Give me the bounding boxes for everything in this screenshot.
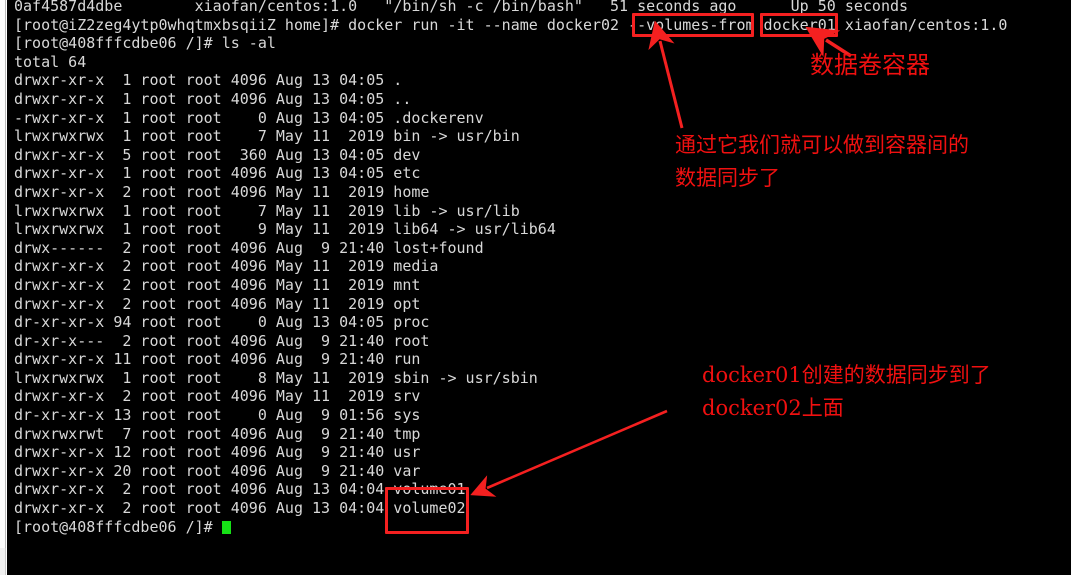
terminal-line: drwxr-xr-x 2 root root 4096 May 11 2019 … [14, 294, 421, 313]
terminal-line: drwxr-xr-x 2 root root 4096 Aug 13 04:04… [14, 480, 466, 499]
terminal-line: [root@iZ2zeg4ytp0whqtmxbsqiiZ home]# doc… [14, 15, 1008, 34]
cursor-block [221, 520, 231, 534]
screenshot-root: 0af4587d4dbe xiaofan/centos:1.0 "/bin/sh… [0, 0, 1071, 575]
terminal-line: dr-xr-x--- 2 root root 4096 Aug 9 21:40 … [14, 331, 430, 350]
highlight-box-volumes-from [632, 13, 754, 37]
terminal-window[interactable]: 0af4587d4dbe xiaofan/centos:1.0 "/bin/sh… [7, 0, 1071, 575]
highlight-box-docker01 [760, 13, 838, 37]
window-left-gutter [0, 0, 6, 575]
note-sync-explanation-line2: 数据同步了 [675, 166, 780, 190]
note-sync-explanation-line1: 通过它我们就可以做到容器间的 [675, 133, 969, 157]
terminal-line: lrwxrwxrwx 1 root root 9 May 11 2019 lib… [14, 220, 556, 239]
note-data-volume-container: 数据卷容器 [810, 51, 930, 79]
terminal-line: drwxr-xr-x 20 root root 4096 Aug 9 21:40… [14, 461, 421, 480]
terminal-line: -rwxr-xr-x 1 root root 0 Aug 13 04:05 .d… [14, 108, 484, 127]
note-synced-line2: docker02上面 [702, 396, 844, 420]
terminal-prompt-line: [root@408fffcdbe06 /]# [14, 518, 1007, 537]
scrollbar-track[interactable] [0, 0, 6, 548]
terminal-line: dr-xr-xr-x 94 root root 0 Aug 13 04:05 p… [14, 313, 430, 332]
terminal-line: drwxrwxrwt 7 root root 4096 Aug 9 21:40 … [14, 424, 421, 443]
terminal-line: drwxr-xr-x 2 root root 4096 Aug 13 04:04… [14, 499, 466, 518]
terminal-line: drwxr-xr-x 1 root root 4096 Aug 13 04:05… [14, 89, 412, 108]
terminal-line: 0af4587d4dbe xiaofan/centos:1.0 "/bin/sh… [14, 0, 909, 15]
terminal-line: dr-xr-xr-x 13 root root 0 Aug 9 01:56 sy… [14, 406, 421, 425]
terminal-line: drwxr-xr-x 1 root root 4096 Aug 13 04:05… [14, 164, 421, 183]
terminal-line: drwx------ 2 root root 4096 Aug 9 21:40 … [14, 238, 484, 257]
terminal-line: drwxr-xr-x 2 root root 4096 May 11 2019 … [14, 257, 439, 276]
terminal-line: drwxr-xr-x 2 root root 4096 May 11 2019 … [14, 275, 421, 294]
highlight-box-volume-dirs [385, 487, 469, 534]
terminal-line: drwxr-xr-x 2 root root 4096 May 11 2019 … [14, 182, 430, 201]
terminal-line: drwxr-xr-x 12 root root 4096 Aug 9 21:40… [14, 443, 421, 462]
note-synced-line1: docker01创建的数据同步到了 [702, 363, 991, 387]
terminal-line: lrwxrwxrwx 1 root root 7 May 11 2019 lib… [14, 201, 520, 220]
prompt-text: [root@408fffcdbe06 /]# [14, 517, 222, 536]
